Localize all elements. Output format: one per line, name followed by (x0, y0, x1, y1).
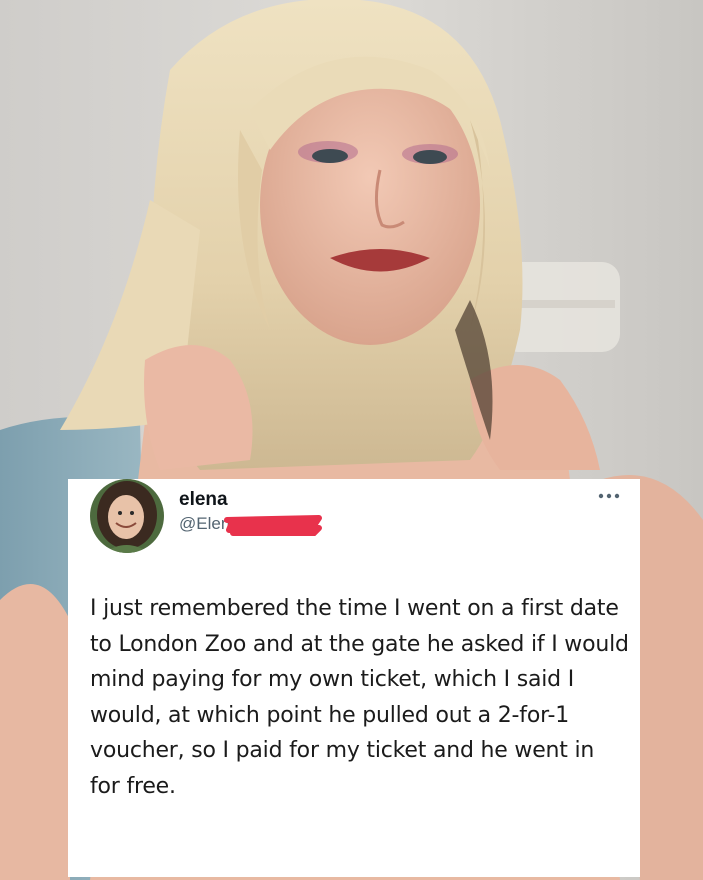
tweet-text: I just remembered the time I went on a f… (90, 596, 629, 799)
avatar-image (90, 479, 164, 553)
tweet-card: elena @Elena I just remembered the time … (68, 479, 640, 877)
more-horizontal-icon[interactable] (598, 491, 620, 501)
display-name[interactable]: elena (179, 489, 228, 511)
profile-avatar[interactable] (90, 479, 164, 553)
meme-canvas: elena @Elena I just remembered the time … (0, 0, 703, 880)
redaction-scribble (224, 515, 322, 536)
